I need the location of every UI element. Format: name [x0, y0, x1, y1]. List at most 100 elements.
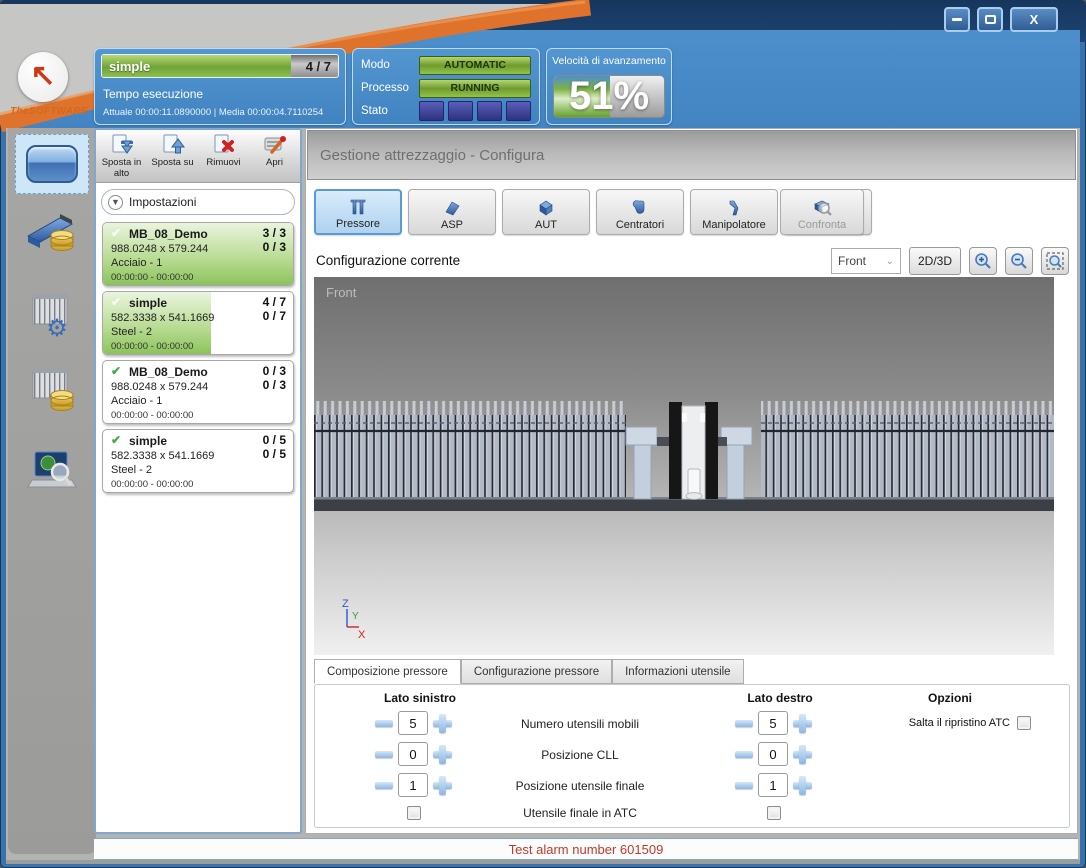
zoom-in-icon	[974, 252, 992, 270]
plus-button[interactable]	[793, 776, 812, 795]
job-card-size: 988.0248 x 579.244	[111, 381, 208, 393]
job-card[interactable]: ✔ simple 0 / 5 0 / 5 582.3338 x 541.1669…	[102, 429, 294, 493]
right-final-tool-spinner: 1	[735, 773, 812, 797]
remove-button[interactable]: Rimuovi	[198, 130, 249, 182]
dimension-toggle-button[interactable]: 2D/3D	[909, 247, 961, 275]
job-card[interactable]: ✔ simple 4 / 7 0 / 7 582.3338 x 541.1669…	[102, 291, 294, 355]
feed-speed-gauge: 51%	[553, 75, 665, 118]
tab-aut[interactable]: AUT	[502, 189, 590, 235]
right-cll-position-spinner: 0	[735, 742, 812, 766]
maximize-icon	[985, 15, 996, 24]
move-to-top-button[interactable]: Sposta in alto	[96, 130, 147, 182]
check-icon: ✔	[111, 226, 121, 240]
plus-button[interactable]	[433, 776, 452, 795]
chevron-down-icon: ▼	[108, 195, 123, 210]
subtab-composizione[interactable]: Composizione pressore	[314, 659, 461, 684]
sidebar-item-machine-panel[interactable]	[15, 134, 89, 194]
state-block	[448, 101, 473, 121]
job-name: simple	[109, 59, 150, 74]
value-field[interactable]: 0	[398, 742, 428, 766]
left-cll-position-spinner: 0	[375, 742, 452, 766]
job-card-size: 582.3338 x 541.1669	[111, 450, 214, 462]
value-field[interactable]: 1	[758, 773, 788, 797]
axis-z-label: Z	[342, 598, 349, 610]
job-card-size: 582.3338 x 541.1669	[111, 312, 214, 324]
minus-button[interactable]	[735, 720, 753, 727]
row-label: Posizione utensile finale	[460, 779, 700, 793]
job-card[interactable]: ✔ MB_08_Demo 0 / 3 0 / 3 988.0248 x 579.…	[102, 360, 294, 424]
job-progress-bar: simple 4 / 7	[101, 54, 339, 78]
sidebar-item-diagnostics[interactable]	[15, 442, 89, 502]
tab-centratori[interactable]: Centratori	[596, 189, 684, 235]
sidebar-item-press-setup[interactable]: ⚙	[15, 282, 89, 342]
minus-button[interactable]	[735, 751, 753, 758]
minus-button[interactable]	[375, 751, 393, 758]
tab-pressore[interactable]: Pressore	[314, 189, 402, 235]
alarm-message: Test alarm number 601509	[509, 842, 664, 857]
check-icon: ✔	[111, 295, 121, 309]
left-final-tool-atc-checkbox[interactable]	[407, 806, 421, 820]
minimize-button[interactable]	[944, 7, 970, 32]
window-bottom-border	[6, 860, 1080, 864]
minus-button[interactable]	[375, 782, 393, 789]
zoom-fit-button[interactable]	[1041, 247, 1069, 275]
skip-atc-restore-checkbox[interactable]	[1017, 716, 1031, 730]
sidebar: ⚙	[8, 128, 96, 854]
value-field[interactable]: 0	[758, 742, 788, 766]
brand-text: TheSOFTWARE	[6, 106, 92, 117]
main-panel: Gestione attrezzaggio - Configura Presso…	[305, 128, 1078, 834]
subtab-configurazione[interactable]: Configurazione pressore	[461, 659, 612, 684]
value-field[interactable]: 5	[398, 711, 428, 735]
machine-status-panel: Modo AUTOMATIC Processo RUNNING Stato	[352, 48, 540, 125]
zoom-in-button[interactable]	[969, 247, 997, 275]
plus-button[interactable]	[433, 714, 452, 733]
plus-button[interactable]	[433, 745, 452, 764]
count-bottom: 0 / 7	[263, 309, 286, 323]
row-label: Numero utensili mobili	[460, 717, 700, 731]
job-counter: 4 / 7	[306, 59, 331, 74]
tab-manipolatore[interactable]: Manipolatore	[690, 189, 778, 235]
count-top: 4 / 7	[263, 295, 286, 309]
tool-fence-left	[314, 401, 626, 499]
job-card-name: simple	[129, 296, 167, 310]
machine-viewport[interactable]: Front	[314, 277, 1054, 655]
settings-dropdown[interactable]: ▼ Impostazioni	[101, 189, 295, 215]
axis-y-label: Y	[352, 611, 359, 622]
process-value: RUNNING	[419, 79, 531, 98]
open-button[interactable]: Apri	[249, 130, 300, 182]
left-mobile-tools-spinner: 5	[375, 711, 452, 735]
centratori-icon	[629, 198, 651, 218]
value-field[interactable]: 1	[398, 773, 428, 797]
close-button[interactable]: X	[1010, 7, 1058, 32]
compare-label: Confronta	[798, 219, 846, 231]
move-up-button[interactable]: Sposta su	[147, 130, 198, 182]
tab-label: Pressore	[336, 218, 380, 230]
maximize-button[interactable]	[977, 7, 1003, 32]
job-card-time: 00:00:00 - 00:00:00	[111, 410, 193, 421]
left-side-header: Lato sinistro	[370, 691, 470, 705]
tab-asp[interactable]: ASP	[408, 189, 496, 235]
view-select[interactable]: Front ⌄	[831, 248, 901, 274]
tool-rail-database-icon	[24, 202, 80, 258]
zoom-out-button[interactable]	[1005, 247, 1033, 275]
plus-button[interactable]	[793, 714, 812, 733]
state-block	[506, 101, 531, 121]
right-final-tool-atc-checkbox[interactable]	[767, 806, 781, 820]
job-card[interactable]: ✔ MB_08_Demo 3 / 3 0 / 3 988.0248 x 579.…	[102, 222, 294, 286]
plus-button[interactable]	[793, 745, 812, 764]
pressore-subtabs: Composizione pressore Configurazione pre…	[314, 659, 744, 684]
minus-button[interactable]	[375, 720, 393, 727]
minus-button[interactable]	[735, 782, 753, 789]
close-icon: X	[1030, 12, 1039, 27]
view-toolbar: Configurazione corrente Front ⌄ 2D/3D	[316, 247, 1069, 277]
machine-panel-icon	[26, 145, 78, 183]
alarm-status-bar: Test alarm number 601509	[94, 838, 1078, 860]
value-field[interactable]: 5	[758, 711, 788, 735]
subtab-informazioni[interactable]: Informazioni utensile	[612, 659, 743, 684]
sidebar-item-tool-rail-database[interactable]	[15, 200, 89, 260]
compare-button[interactable]: Confronta	[780, 189, 864, 235]
asp-icon	[441, 198, 463, 218]
sidebar-item-press-database[interactable]	[15, 358, 89, 418]
settings-dropdown-label: Impostazioni	[129, 195, 196, 209]
job-card-time: 00:00:00 - 00:00:00	[111, 341, 193, 352]
